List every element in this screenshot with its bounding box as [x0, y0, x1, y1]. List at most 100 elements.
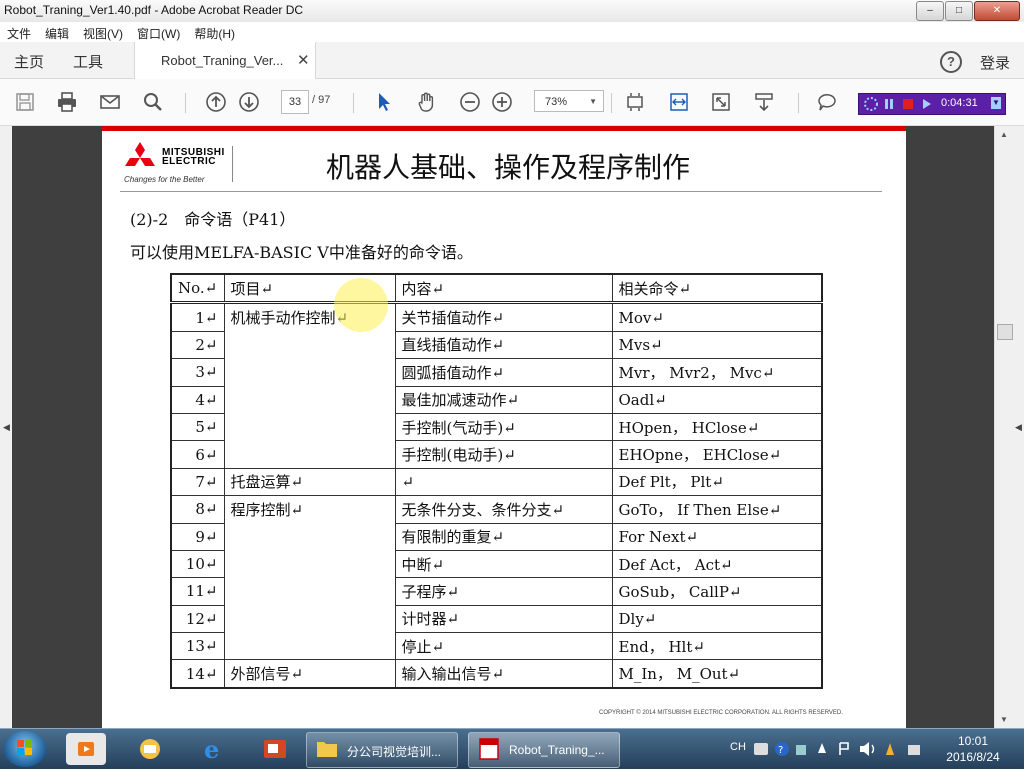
page-number-input[interactable]: 33 — [281, 90, 309, 114]
next-page-icon[interactable] — [237, 90, 261, 114]
scroll-up-icon[interactable]: ▲ — [1000, 130, 1008, 139]
close-tab-icon[interactable]: ✕ — [297, 51, 310, 69]
cell-no: 13↵ — [170, 632, 225, 661]
media-player-icon[interactable] — [66, 733, 106, 765]
scroll-down-icon[interactable]: ▼ — [1000, 715, 1008, 724]
cell-no: 1↵ — [170, 302, 225, 332]
task-label: 分公司视觉培训... — [347, 745, 442, 759]
cell-no: 10↵ — [170, 549, 225, 579]
menu-window[interactable]: 窗口(W) — [130, 22, 187, 42]
select-cursor-icon[interactable] — [372, 90, 396, 114]
cell-content: 计时器↵ — [394, 604, 613, 634]
cell-content: 圆弧插值动作↵ — [394, 358, 613, 387]
menu-file[interactable]: 文件 — [0, 22, 38, 42]
cell-no: 8↵ — [170, 495, 225, 524]
cell-command: End， Hlt↵ — [611, 632, 823, 661]
header-red-bar — [102, 126, 906, 131]
recording-time: 0:04:31 — [941, 97, 978, 109]
section-heading: (2)-2 命令语（P41） — [130, 210, 296, 229]
previous-page-icon[interactable] — [204, 90, 228, 114]
menu-help[interactable]: 帮助(H) — [187, 22, 242, 42]
help-icon[interactable]: ? — [940, 51, 962, 73]
cell-command: EHOpne， EHClose↵ — [611, 440, 823, 469]
menu-edit[interactable]: 编辑 — [38, 22, 76, 42]
vertical-scrollbar[interactable]: ▲ ▼ — [994, 126, 1015, 728]
header-content: 内容↵ — [394, 273, 613, 305]
task-explorer-folder[interactable]: 分公司视觉培训... — [306, 732, 458, 768]
signin-button[interactable]: 登录 — [980, 52, 1010, 73]
cell-command: HOpen， HClose↵ — [611, 412, 823, 442]
search-icon[interactable] — [141, 90, 165, 114]
document-tab-label: Robot_Traning_Ver... — [161, 53, 284, 68]
cell-command: Dly↵ — [611, 604, 823, 634]
three-diamonds-icon — [125, 142, 155, 166]
start-button[interactable] — [4, 731, 46, 767]
zoom-out-icon[interactable] — [458, 90, 482, 114]
cell-content: 有限制的重复↵ — [394, 522, 613, 551]
table-header-row: No.↵ 项目↵ 内容↵ 相关命令↵ — [170, 273, 823, 305]
tray-icons: ? — [754, 742, 920, 756]
window-title: Robot_Traning_Ver1.40.pdf - Adobe Acroba… — [4, 3, 304, 17]
page-fit-icon[interactable] — [623, 90, 647, 114]
svg-text:?: ? — [778, 745, 783, 756]
maximize-button[interactable]: □ — [945, 1, 973, 21]
table-row: 7↵ 托盘运算↵ ↵ Def Plt， Plt↵ — [170, 467, 823, 497]
cell-category: 程序控制↵ — [223, 495, 396, 661]
cell-command: Def Act， Act↵ — [611, 549, 823, 579]
logo-slogan: Changes for the Better — [124, 175, 205, 184]
left-panel-toggle-icon[interactable]: ◀ — [3, 422, 10, 433]
cell-content: 停止↵ — [394, 632, 613, 661]
window-controls: – □ ✕ — [916, 1, 1020, 21]
scroll-mode-icon[interactable] — [752, 90, 776, 114]
cell-category: 外部信号↵ — [223, 659, 396, 689]
table-row: 14↵ 外部信号↵ 输入输出信号↵ M_In， M_Out↵ — [170, 659, 823, 689]
cell-content: 输入输出信号↵ — [394, 659, 613, 689]
logo-text: MITSUBISHI ELECTRIC — [162, 147, 225, 167]
title-divider — [120, 191, 882, 192]
outlook-icon[interactable] — [130, 733, 170, 765]
recorder-controls — [864, 97, 931, 111]
folder-icon — [317, 742, 337, 757]
tab-tools[interactable]: 工具 — [73, 51, 103, 72]
language-indicator[interactable]: CH — [730, 741, 746, 753]
cell-command: Mvr， Mvr2， Mvc↵ — [611, 358, 823, 387]
cell-no: 11↵ — [170, 577, 225, 606]
cell-no: 7↵ — [170, 467, 225, 497]
cell-command: GoSub， CallP↵ — [611, 577, 823, 606]
save-icon[interactable] — [13, 90, 37, 114]
comment-icon[interactable] — [815, 90, 839, 114]
close-button[interactable]: ✕ — [974, 1, 1020, 21]
table-row: 1↵ 机械手动作控制↵ 关节插值动作↵ Mov↵ — [170, 302, 823, 469]
recorder-menu-icon[interactable]: ▼ — [991, 97, 1001, 109]
clock-time: 10:01 — [957, 734, 989, 748]
internet-explorer-icon[interactable]: e — [194, 733, 234, 765]
tab-document[interactable]: Robot_Traning_Ver... ✕ — [134, 42, 316, 79]
fullscreen-icon[interactable] — [709, 90, 733, 114]
print-icon[interactable] — [55, 90, 79, 114]
cell-command: Def Plt， Plt↵ — [611, 467, 823, 497]
email-icon[interactable] — [98, 90, 122, 114]
screen-recorder-bar: 0:04:31 ▼ — [858, 93, 1006, 115]
command-table: No.↵ 项目↵ 内容↵ 相关命令↵ 1↵ 机械手动作控制↵ 关节插值动作↵ M… — [170, 273, 823, 689]
cell-command: GoTo， If Then Else↵ — [611, 495, 823, 524]
minimize-button[interactable]: – — [916, 1, 944, 21]
clock[interactable]: 10:01 2016/8/24 — [938, 733, 1008, 765]
tab-home[interactable]: 主页 — [14, 51, 44, 72]
cell-command: Oadl↵ — [611, 385, 823, 414]
cell-content: 最佳加减速动作↵ — [394, 385, 613, 414]
cell-content: 子程序↵ — [394, 577, 613, 606]
fit-width-icon[interactable] — [667, 90, 691, 114]
tab-bar: 主页 工具 Robot_Traning_Ver... ✕ ? 登录 — [0, 42, 1024, 79]
cell-content: 中断↵ — [394, 549, 613, 579]
menu-view[interactable]: 视图(V) — [76, 22, 130, 42]
scrollbar-thumb[interactable] — [997, 324, 1013, 340]
presentation-app-icon[interactable] — [255, 733, 295, 765]
right-panel-toggle-icon[interactable]: ◀ — [1015, 422, 1022, 433]
svg-text:e: e — [204, 736, 219, 762]
zoom-select[interactable]: 73% ▼ — [534, 90, 604, 112]
task-label: Robot_Traning_... — [509, 743, 605, 757]
zoom-in-icon[interactable] — [490, 90, 514, 114]
task-acrobat[interactable]: Robot_Traning_... — [468, 732, 620, 768]
copyright-footer: COPYRIGHT © 2014 MITSUBISHI ELECTRIC COR… — [599, 710, 843, 716]
hand-tool-icon[interactable] — [415, 90, 439, 114]
